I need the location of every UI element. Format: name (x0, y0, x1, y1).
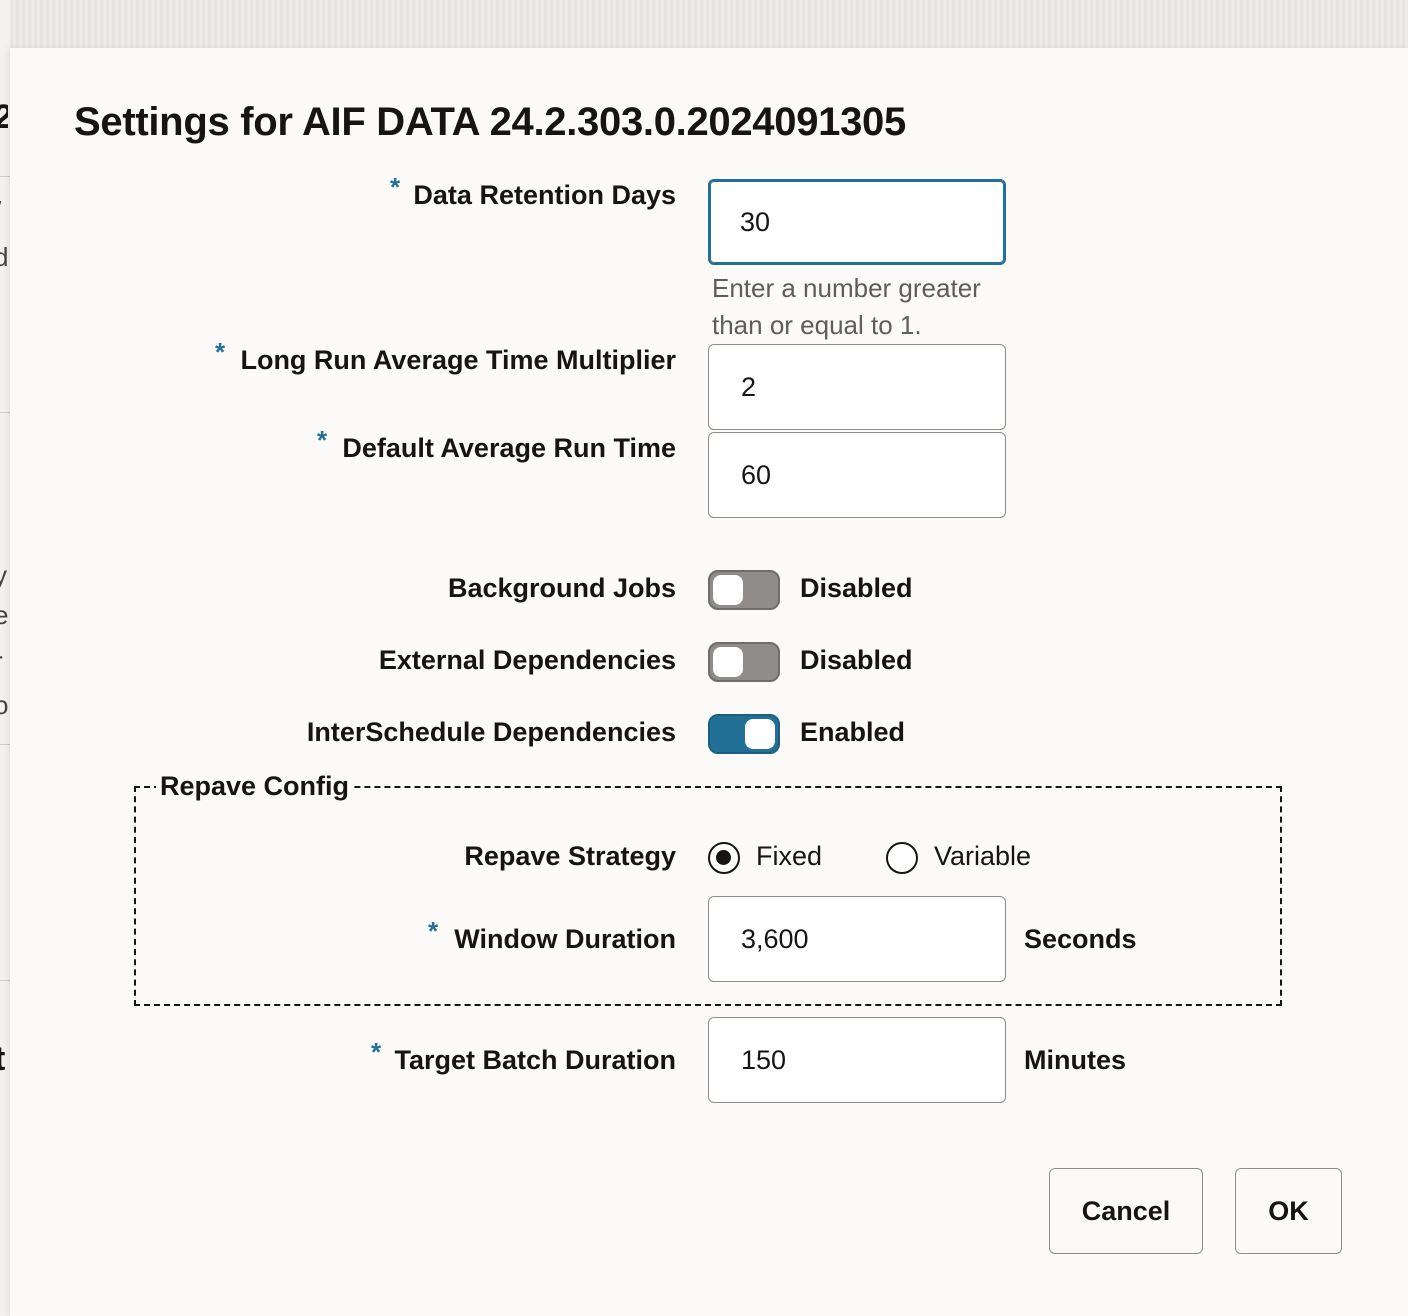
ok-button[interactable]: OK (1235, 1168, 1342, 1254)
interschedule-dependencies-toggle[interactable] (708, 714, 780, 754)
toggle-knob (713, 647, 743, 677)
long-run-multiplier-label: Long Run Average Time Multiplier (240, 345, 676, 375)
background-jobs-label: Background Jobs (447, 573, 676, 603)
background-divider (0, 980, 10, 981)
long-run-multiplier-input[interactable] (708, 344, 1006, 430)
required-marker: * (317, 425, 328, 455)
default-avg-run-time-input[interactable] (708, 432, 1006, 518)
required-marker: * (215, 337, 226, 367)
background-text-fragment: e (0, 600, 8, 630)
repave-strategy-label: Repave Strategy (464, 841, 676, 871)
interschedule-dependencies-state: Enabled (800, 717, 906, 747)
target-batch-duration-input[interactable] (708, 1017, 1006, 1103)
background-divider (0, 176, 10, 177)
background-divider (0, 744, 10, 745)
target-batch-duration-label: Target Batch Duration (394, 1045, 676, 1075)
settings-dialog: Settings for AIF DATA 24.2.303.0.2024091… (10, 48, 1408, 1316)
required-marker: * (390, 172, 401, 202)
external-dependencies-toggle[interactable] (708, 642, 780, 682)
repave-strategy-variable-label[interactable]: Variable (934, 841, 1031, 872)
background-text-fragment: t (0, 1040, 8, 1079)
background-text-fragment: / (0, 196, 8, 227)
repave-config-legend: Repave Config (156, 771, 354, 802)
toggle-knob (713, 575, 743, 605)
background-jobs-state: Disabled (800, 573, 913, 603)
background-text-fragment: d (0, 242, 8, 272)
repave-strategy-fixed-label[interactable]: Fixed (756, 841, 822, 872)
target-batch-duration-unit: Minutes (1024, 1045, 1127, 1075)
external-dependencies-state: Disabled (800, 645, 913, 675)
background-text-fragment: o (0, 690, 8, 720)
background-text-fragment: y (0, 560, 7, 590)
window-duration-input[interactable] (708, 896, 1006, 982)
data-retention-days-input[interactable] (708, 179, 1006, 265)
background-page-strip (0, 0, 1408, 48)
background-jobs-toggle[interactable] (708, 570, 780, 610)
background-text-fragment: 2 (0, 98, 8, 137)
background-divider (0, 412, 10, 413)
required-marker: * (371, 1037, 382, 1067)
background-text-fragment: r (0, 646, 8, 677)
required-marker: * (428, 916, 439, 946)
default-avg-run-time-label: Default Average Run Time (342, 433, 676, 463)
cancel-button[interactable]: Cancel (1049, 1168, 1203, 1254)
external-dependencies-label: External Dependencies (378, 645, 676, 675)
window-duration-label: Window Duration (454, 924, 676, 954)
data-retention-days-label: Data Retention Days (413, 180, 676, 210)
window-duration-unit: Seconds (1024, 924, 1137, 954)
dialog-title: Settings for AIF DATA 24.2.303.0.2024091… (74, 100, 906, 144)
repave-strategy-variable-radio[interactable] (886, 842, 918, 874)
toggle-knob (745, 719, 775, 749)
data-retention-days-hint: Enter a number greater than or equal to … (712, 273, 981, 340)
repave-strategy-fixed-radio[interactable] (708, 842, 740, 874)
interschedule-dependencies-label: InterSchedule Dependencies (306, 717, 676, 747)
